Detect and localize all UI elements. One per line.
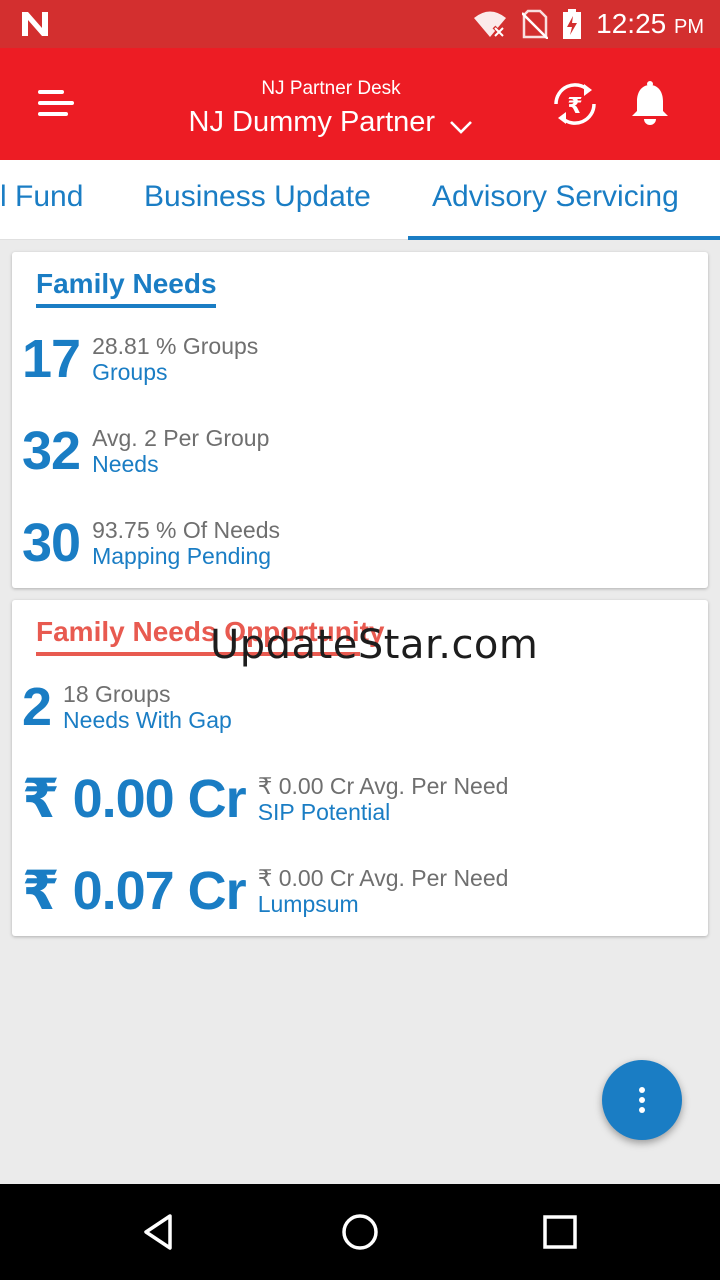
stat-detail: 28.81 % Groups [92,332,259,359]
tab-advisory-servicing[interactable]: Advisory Servicing [432,180,679,214]
watermark: UpdateStar.com [210,622,539,668]
stat-detail: Avg. 2 Per Group [92,424,270,451]
stat-value: 30 [22,513,81,573]
stat-label: Groups [92,359,168,385]
stat-value: 17 [22,329,81,389]
home-icon[interactable] [336,1208,384,1256]
stat-row: 30 93.75 % Of Needs Mapping Pending [22,516,280,570]
notification-n-icon [22,12,48,36]
tab-business-update[interactable]: Business Update [144,180,371,214]
wifi-off-icon [474,11,507,39]
back-icon[interactable] [136,1208,184,1256]
app-title: NJ Dummy Partner [188,106,436,138]
stat-row: 32 Avg. 2 Per Group Needs [22,424,269,478]
stat-label: Needs [92,451,159,477]
family-needs-card[interactable]: Family Needs 17 28.81 % Groups Groups 32… [12,252,708,588]
stat-detail: 18 Groups [63,680,171,707]
stat-row: 17 28.81 % Groups Groups [22,332,258,386]
stat-value: 2 [22,677,52,737]
battery-charging-icon [563,9,582,39]
status-time: 12:25 PM [596,8,704,39]
tab-indicator [408,236,720,240]
more-options-button[interactable] [602,1060,682,1140]
status-bar: 12:25 PM [0,0,720,48]
stat-label: Mapping Pending [92,543,272,569]
stat-row: 2 18 Groups Needs With Gap [22,680,232,734]
chevron-down-icon [449,120,472,134]
svg-text:₹: ₹ [567,94,582,119]
stat-value: ₹ 0.00 Cr [22,769,247,829]
stat-detail: ₹ 0.00 Cr Avg. Per Need [257,772,509,799]
stat-row: ₹ 0.00 Cr ₹ 0.00 Cr Avg. Per Need SIP Po… [22,772,508,826]
stat-detail: 93.75 % Of Needs [92,516,281,543]
tab-fund[interactable]: l Fund [0,180,83,214]
stat-label: Lumpsum [257,891,359,917]
stat-value: ₹ 0.07 Cr [22,861,247,921]
stat-value: 32 [22,421,81,481]
stat-row: ₹ 0.07 Cr ₹ 0.00 Cr Avg. Per Need Lumpsu… [22,864,508,918]
stat-label: SIP Potential [257,799,391,825]
navigation-bar [0,1184,720,1280]
rupee-refresh-icon[interactable]: ₹ [548,80,602,128]
bell-icon[interactable] [628,80,672,128]
more-vertical-icon [639,1087,645,1113]
app-bar: NJ Partner Desk NJ Dummy Partner ₹ [0,48,720,160]
no-sim-icon [522,9,549,39]
recents-icon[interactable] [536,1208,584,1256]
tab-bar: l Fund Business Update Advisory Servicin… [0,160,720,240]
card-title-underline [36,304,216,308]
stat-label: Needs With Gap [63,707,232,733]
stat-detail: ₹ 0.00 Cr Avg. Per Need [257,864,509,891]
card-title: Family Needs [36,268,217,299]
